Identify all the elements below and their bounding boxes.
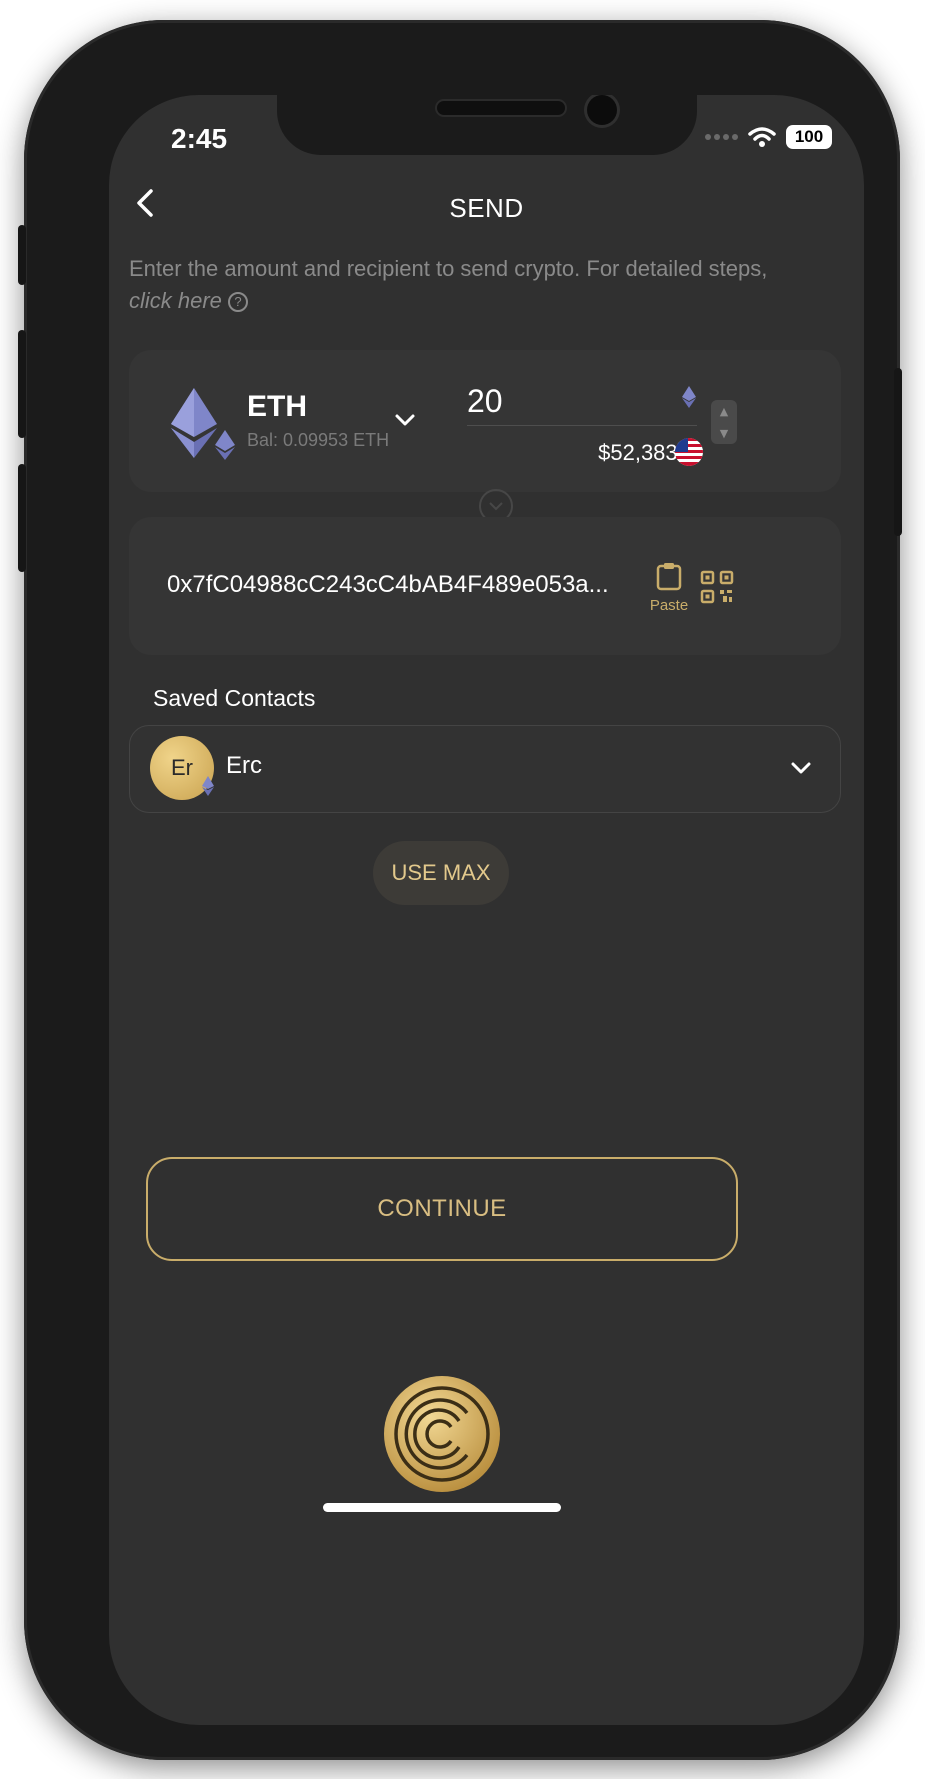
phone-frame: 2:45 100 SEND Enter the amount and recip… xyxy=(18,20,902,1760)
chevron-down-icon[interactable] xyxy=(394,412,416,428)
chevron-up-icon[interactable]: ▲ xyxy=(720,405,728,418)
token-symbol[interactable]: ETH xyxy=(247,390,307,424)
intro-text: Enter the amount and recipient to send c… xyxy=(129,253,789,317)
home-indicator[interactable] xyxy=(323,1503,561,1512)
token-balance: Bal: 0.09953 ETH xyxy=(247,430,390,450)
recipient-address[interactable]: 0x7fC04988cC243cC4bAB4F489e053a... xyxy=(167,571,637,599)
mute-switch xyxy=(18,225,26,285)
recipient-card: 0x7fC04988cC243cC4bAB4F489e053a... Paste xyxy=(129,517,841,655)
wifi-icon xyxy=(748,127,776,147)
help-icon[interactable]: ? xyxy=(228,292,249,313)
signal-icon xyxy=(705,134,738,140)
intro-description: Enter the amount and recipient to send c… xyxy=(129,256,768,281)
ethereum-badge-icon xyxy=(202,776,214,796)
saved-contacts-title: Saved Contacts xyxy=(153,685,316,711)
ethereum-network-badge-icon xyxy=(215,430,235,460)
notch xyxy=(277,95,697,155)
continue-button[interactable]: CONTINUE xyxy=(146,1157,738,1261)
amount-input[interactable] xyxy=(467,378,697,426)
contact-name: Erc xyxy=(226,752,262,779)
chevron-down-icon[interactable]: ▼ xyxy=(720,427,728,440)
ethereum-logo-icon xyxy=(171,388,217,458)
volume-up-button xyxy=(18,330,26,438)
chevron-down-icon[interactable] xyxy=(790,760,812,776)
power-button xyxy=(894,368,902,536)
status-icons: 100 xyxy=(705,125,832,149)
ethereum-unit-icon xyxy=(682,386,696,408)
screen: 2:45 100 SEND Enter the amount and recip… xyxy=(109,95,864,1725)
qr-scan-icon[interactable] xyxy=(699,569,735,605)
camera xyxy=(587,95,617,125)
page-title: SEND xyxy=(449,193,524,223)
volume-down-button xyxy=(18,464,26,572)
us-flag-icon[interactable] xyxy=(675,438,703,466)
clipboard-icon xyxy=(656,563,682,591)
brand-logo-icon[interactable] xyxy=(383,1375,501,1493)
paste-button[interactable]: Paste xyxy=(647,561,691,615)
status-time: 2:45 xyxy=(171,123,228,154)
saved-contacts-dropdown[interactable]: Er Erc xyxy=(129,725,841,813)
amount-card: ETH Bal: 0.09953 ETH ▲ ▼ $52,383.2 xyxy=(129,350,841,492)
speaker xyxy=(437,101,565,115)
use-max-button[interactable]: USE MAX xyxy=(373,841,509,905)
paste-label: Paste xyxy=(649,597,689,614)
detailed-steps-link[interactable]: click here xyxy=(129,288,222,313)
amount-stepper[interactable]: ▲ ▼ xyxy=(711,400,737,444)
battery-icon: 100 xyxy=(786,125,832,149)
